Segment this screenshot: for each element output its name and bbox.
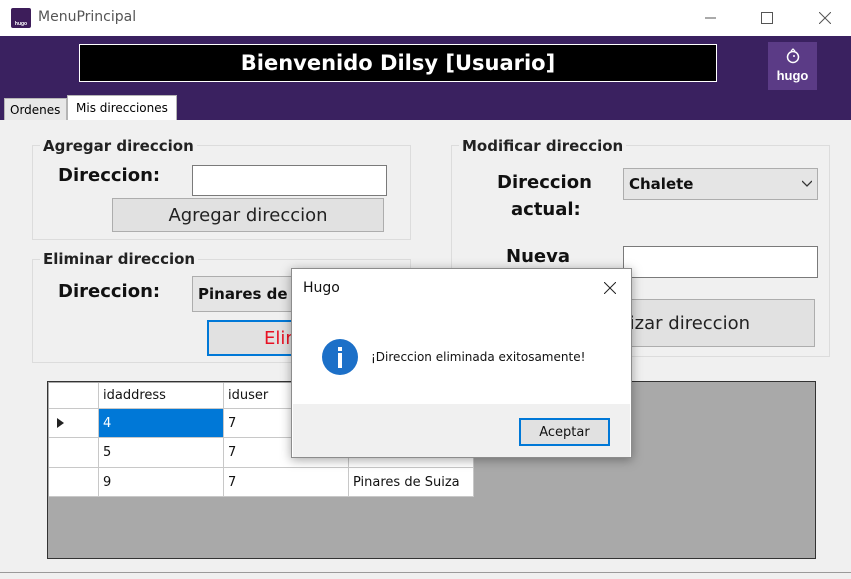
tab-ordenes[interactable]: Ordenes bbox=[4, 98, 67, 120]
dialog-title: Hugo bbox=[303, 280, 340, 296]
info-icon bbox=[322, 339, 358, 375]
column-header-idaddress[interactable]: idaddress bbox=[99, 383, 224, 409]
close-icon bbox=[604, 282, 616, 294]
close-window-button[interactable] bbox=[802, 0, 848, 36]
maximize-button[interactable] bbox=[744, 0, 790, 36]
add-address-button[interactable]: Agregar direccion bbox=[112, 198, 384, 232]
current-address-combo-value: Chalete bbox=[629, 175, 694, 193]
table-cell[interactable]: 5 bbox=[99, 438, 224, 468]
hugo-logo: hugo bbox=[768, 42, 817, 90]
current-row-arrow-icon bbox=[57, 418, 64, 428]
logo-text: hugo bbox=[776, 68, 809, 83]
bird-icon bbox=[786, 48, 800, 64]
row-header[interactable] bbox=[49, 468, 99, 497]
current-address-combo[interactable]: Chalete bbox=[623, 168, 818, 200]
table-cell[interactable]: 7 bbox=[224, 468, 349, 497]
welcome-banner: Bienvenido Dilsy [Usuario] bbox=[79, 44, 717, 82]
modify-address-title: Modificar direccion bbox=[459, 137, 627, 155]
chevron-down-icon bbox=[802, 180, 812, 187]
maximize-icon bbox=[761, 12, 773, 24]
grid-corner-header bbox=[49, 383, 99, 409]
table-cell[interactable]: Pinares de Suiza bbox=[349, 468, 474, 497]
table-cell[interactable]: 4 bbox=[99, 409, 224, 438]
minimize-button[interactable] bbox=[688, 0, 734, 36]
row-header[interactable] bbox=[49, 438, 99, 468]
current-address-label-line1: Direccion bbox=[497, 172, 592, 193]
table-cell[interactable]: 9 bbox=[99, 468, 224, 497]
dialog-close-button[interactable] bbox=[593, 275, 627, 301]
delete-address-label: Direccion: bbox=[58, 281, 161, 302]
new-address-label: Nueva bbox=[506, 246, 570, 267]
dialog-message: ¡Direccion eliminada exitosamente! bbox=[371, 350, 586, 364]
add-address-label: Direccion: bbox=[58, 165, 161, 186]
close-icon bbox=[819, 12, 831, 24]
window-title: MenuPrincipal bbox=[38, 9, 137, 25]
message-dialog: Hugo ¡Direccion eliminada exitosamente! … bbox=[291, 268, 632, 458]
modify-address-button-label: lizar direccion bbox=[624, 312, 750, 334]
current-address-label-line2: actual: bbox=[511, 199, 581, 220]
tab-mis-direcciones[interactable]: Mis direcciones bbox=[67, 95, 177, 120]
delete-address-title: Eliminar direccion bbox=[40, 250, 199, 268]
hugo-app-icon: hugo bbox=[11, 8, 31, 28]
delete-address-combo-value: Pinares de S bbox=[198, 285, 304, 303]
add-address-title: Agregar direccion bbox=[40, 137, 197, 155]
minimize-icon bbox=[705, 17, 716, 19]
new-address-input[interactable] bbox=[623, 246, 818, 278]
row-header[interactable] bbox=[49, 409, 99, 438]
dialog-ok-button[interactable]: Aceptar bbox=[519, 418, 610, 446]
add-address-input[interactable] bbox=[192, 165, 387, 196]
